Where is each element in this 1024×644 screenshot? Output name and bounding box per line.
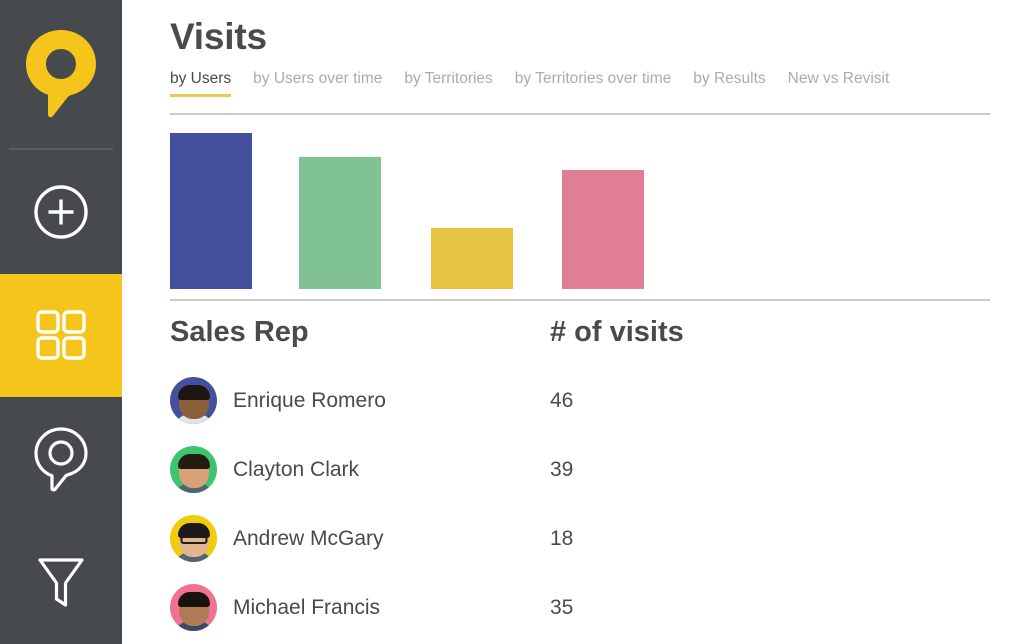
avatar	[170, 377, 217, 424]
location-pin-logo-icon	[23, 28, 99, 120]
grid-dashboard-icon	[34, 308, 88, 362]
bar-0[interactable]	[170, 133, 252, 289]
table-row[interactable]: Clayton Clark 39	[170, 435, 990, 504]
table-row[interactable]: Enrique Romero 46	[170, 366, 990, 435]
tab-by-results[interactable]: by Results	[693, 70, 765, 97]
location-pin-icon	[33, 426, 89, 492]
bar-2[interactable]	[431, 228, 513, 289]
sales-rep-name: Michael Francis	[233, 597, 380, 618]
table-row[interactable]: Andrew McGary 18	[170, 504, 990, 573]
plus-circle-icon	[32, 183, 90, 241]
column-header-visits: # of visits	[550, 318, 810, 347]
avatar	[170, 446, 217, 493]
tab-by-users[interactable]: by Users	[170, 70, 231, 97]
avatar	[170, 515, 217, 562]
table-row[interactable]: Michael Francis 35	[170, 573, 990, 642]
cell-sales-rep: Andrew McGary	[170, 515, 550, 562]
cell-sales-rep: Clayton Clark	[170, 446, 550, 493]
main-content: Visits by Users by Users over time by Terr…	[122, 0, 1024, 644]
sales-rep-table: Sales Rep # of visits Enrique Romero 46 Cl…	[170, 318, 990, 642]
cell-sales-rep: Enrique Romero	[170, 377, 550, 424]
table-body: Enrique Romero 46 Clayton Clark 39 Andrew Mc…	[170, 366, 990, 642]
sales-rep-name: Clayton Clark	[233, 459, 359, 480]
cell-visit-count: 18	[550, 528, 810, 549]
divider-middle	[170, 299, 990, 301]
tab-bar: by Users by Users over time by Territories…	[170, 70, 911, 97]
sidebar-item-places[interactable]	[0, 397, 122, 520]
tab-by-territories[interactable]: by Territories	[404, 70, 492, 97]
bar-3[interactable]	[562, 170, 644, 289]
app-root: Visits by Users by Users over time by Terr…	[0, 0, 1024, 644]
cell-sales-rep: Michael Francis	[170, 584, 550, 631]
table-header-row: Sales Rep # of visits	[170, 318, 990, 366]
app-logo[interactable]	[0, 0, 122, 148]
sales-rep-name: Andrew McGary	[233, 528, 384, 549]
tab-by-territories-over-time[interactable]: by Territories over time	[515, 70, 671, 97]
divider-top	[170, 113, 990, 115]
page-title: Visits	[170, 18, 267, 55]
bar-1[interactable]	[299, 157, 381, 289]
sidebar	[0, 0, 122, 644]
funnel-filter-icon	[34, 553, 88, 611]
tab-new-vs-revisit[interactable]: New vs Revisit	[788, 70, 890, 97]
column-header-sales-rep: Sales Rep	[170, 318, 550, 347]
visits-bar-chart	[170, 133, 990, 289]
cell-visit-count: 35	[550, 597, 810, 618]
cell-visit-count: 39	[550, 459, 810, 480]
sidebar-item-add[interactable]	[0, 150, 122, 273]
sidebar-item-filter[interactable]	[0, 521, 122, 644]
avatar	[170, 584, 217, 631]
sidebar-item-dashboard[interactable]	[0, 274, 122, 397]
tab-by-users-over-time[interactable]: by Users over time	[253, 70, 382, 97]
sales-rep-name: Enrique Romero	[233, 390, 386, 411]
cell-visit-count: 46	[550, 390, 810, 411]
